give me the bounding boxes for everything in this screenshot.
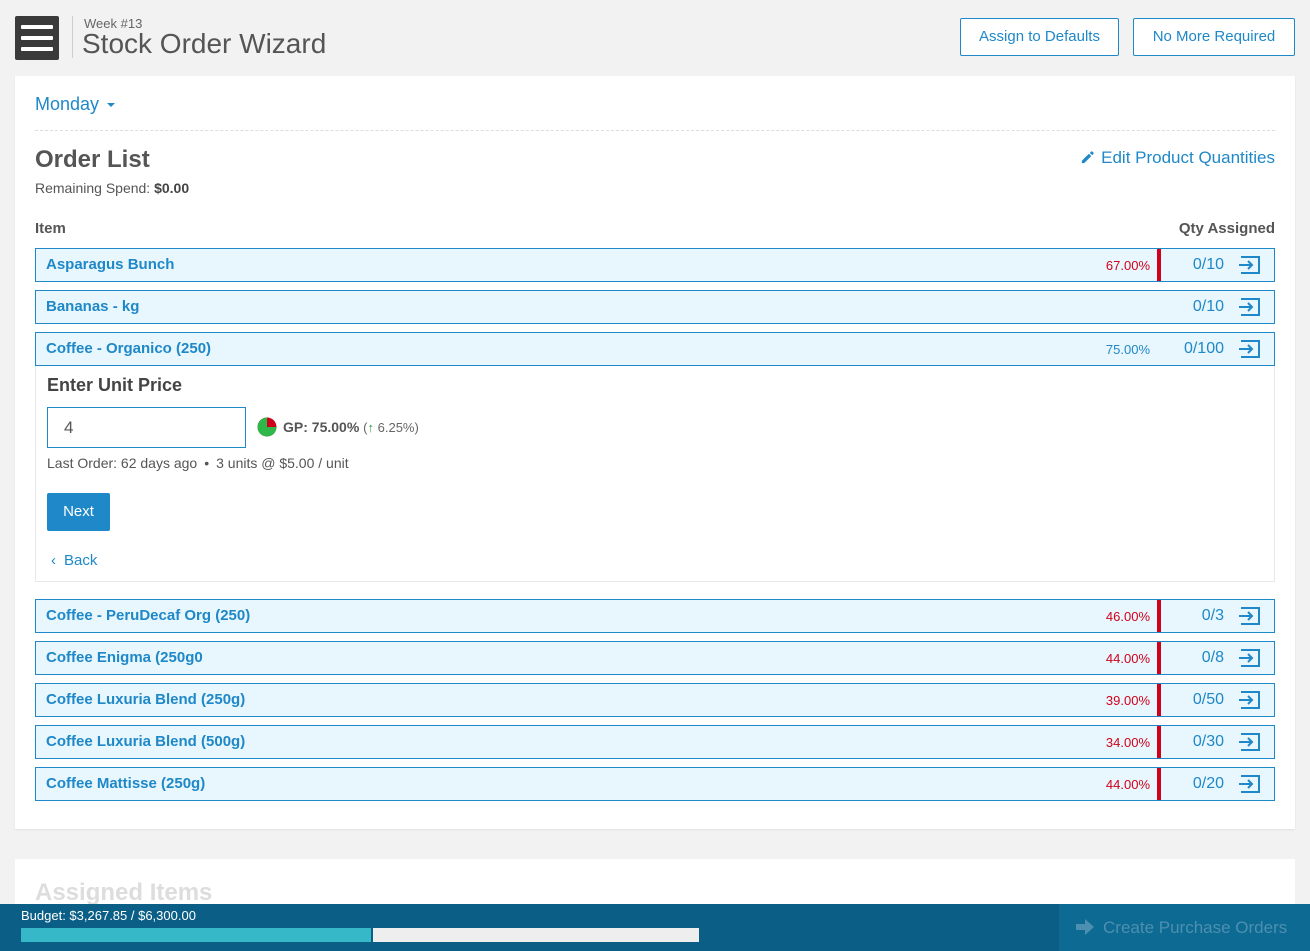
assign-icon[interactable]	[1238, 339, 1262, 359]
last-order-info: Last Order: 62 days ago • 3 units @ $5.00 …	[47, 455, 349, 471]
low-gp-indicator	[1157, 249, 1161, 281]
order-list-row[interactable]: Asparagus Bunch 67.00% 0/10	[35, 248, 1275, 282]
order-list-row[interactable]: Coffee Enigma (250g0 44.00% 0/8	[35, 641, 1275, 675]
item-gp-percent: 44.00%	[1105, 651, 1150, 666]
last-order-date: Last Order: 62 days ago	[47, 455, 198, 471]
back-link[interactable]: ‹ Back	[47, 552, 97, 569]
gp-change: (↑ 6.25%)	[363, 420, 419, 435]
item-qty-assigned: 0/3	[1201, 607, 1224, 624]
assign-icon[interactable]	[1238, 255, 1262, 275]
order-list-row[interactable]: Coffee Mattisse (250g) 44.00% 0/20	[35, 767, 1275, 801]
item-name: Coffee Mattisse (250g)	[46, 775, 206, 792]
budget-footer: Budget: $3,267.85 / $6,300.00 Create Pur…	[0, 904, 1310, 951]
assign-icon[interactable]	[1238, 606, 1262, 626]
hamburger-menu-icon[interactable]	[15, 16, 59, 60]
arrow-right-icon	[1076, 919, 1094, 935]
create-label: Create Purchase Orders	[1103, 918, 1288, 937]
day-dropdown-value: Monday	[35, 94, 100, 114]
assigned-items-title: Assigned Items	[35, 879, 213, 906]
back-label: Back	[64, 552, 98, 569]
gp-change-value: 6.25%	[377, 420, 415, 435]
assign-icon[interactable]	[1238, 690, 1262, 710]
assign-icon[interactable]	[1238, 774, 1262, 794]
title-divider	[72, 16, 73, 58]
order-list-row[interactable]: Bananas - kg 0/10	[35, 290, 1275, 324]
gp-value: GP: 75.00%	[283, 419, 360, 435]
low-gp-indicator	[1157, 600, 1161, 632]
item-name: Coffee - PeruDecaf Org (250)	[46, 607, 251, 624]
assign-icon[interactable]	[1238, 297, 1262, 317]
gp-pie-icon	[257, 417, 277, 437]
item-gp-percent: 34.00%	[1105, 735, 1150, 750]
item-name: Coffee Enigma (250g0	[46, 649, 203, 666]
item-name: Coffee Luxuria Blend (500g)	[46, 733, 246, 750]
no-more-required-button[interactable]: No More Required	[1133, 18, 1295, 56]
pencil-icon	[1082, 151, 1094, 164]
item-qty-assigned: 0/10	[1192, 256, 1224, 273]
item-qty-assigned: 0/30	[1192, 733, 1224, 750]
column-header-item: Item	[35, 220, 66, 237]
budget-progress-fill	[21, 928, 373, 942]
page-title: Stock Order Wizard	[82, 28, 327, 59]
arrow-up-icon: ↑	[367, 420, 375, 435]
item-qty-assigned: 0/50	[1192, 691, 1224, 708]
remaining-spend-label: Remaining Spend:	[35, 180, 151, 196]
create-purchase-orders-button[interactable]: Create Purchase Orders	[1059, 904, 1310, 951]
unit-price-input[interactable]	[47, 407, 246, 448]
order-card: Monday Order List Edit Product Quantitie…	[15, 76, 1295, 829]
item-qty-assigned: 0/8	[1201, 649, 1224, 666]
item-gp-percent: 75.00%	[1105, 342, 1150, 357]
item-gp-percent: 67.00%	[1105, 258, 1150, 273]
divider	[35, 130, 1275, 131]
header: Week #13 Stock Order Wizard Assign to De…	[0, 0, 1310, 76]
item-gp-percent: 44.00%	[1105, 777, 1150, 792]
order-list-row[interactable]: Coffee - Organico (250) 75.00% 0/100	[35, 332, 1275, 366]
order-list-row[interactable]: Coffee Luxuria Blend (500g) 34.00% 0/30	[35, 725, 1275, 759]
last-order-units: 3 units @ $5.00 / unit	[216, 455, 349, 471]
item-gp-percent: 46.00%	[1105, 609, 1150, 624]
order-list-row[interactable]: Coffee - PeruDecaf Org (250) 46.00% 0/3	[35, 599, 1275, 633]
low-gp-indicator	[1157, 684, 1161, 716]
order-list-row[interactable]: Coffee Luxuria Blend (250g) 39.00% 0/50	[35, 683, 1275, 717]
edit-product-quantities-link[interactable]: Edit Product Quantities	[1080, 148, 1275, 168]
assign-to-defaults-button[interactable]: Assign to Defaults	[960, 18, 1119, 56]
low-gp-indicator	[1157, 768, 1161, 800]
assign-icon[interactable]	[1238, 648, 1262, 668]
chevron-left-icon: ‹	[51, 552, 56, 569]
item-qty-assigned: 0/10	[1192, 298, 1224, 315]
caret-down-icon	[107, 103, 116, 108]
remaining-spend-value: $0.00	[154, 180, 190, 196]
low-gp-indicator	[1157, 642, 1161, 674]
item-name: Coffee Luxuria Blend (250g)	[46, 691, 246, 708]
unit-price-panel: Enter Unit Price GP: 75.00% (↑ 6.25%) La…	[35, 366, 1275, 582]
item-qty-assigned: 0/20	[1192, 775, 1224, 792]
item-name: Bananas - kg	[46, 298, 140, 315]
column-header-qty: Qty Assigned	[1178, 220, 1275, 237]
order-list-title: Order List	[35, 146, 150, 173]
item-qty-assigned: 0/100	[1183, 340, 1224, 357]
budget-progress-bar	[21, 928, 699, 942]
bullet-separator: •	[204, 455, 210, 471]
item-name: Coffee - Organico (250)	[46, 340, 212, 357]
gp-indicator: GP: 75.00% (↑ 6.25%)	[257, 417, 419, 437]
item-gp-percent: 39.00%	[1105, 693, 1150, 708]
next-button[interactable]: Next	[47, 493, 110, 531]
low-gp-indicator	[1157, 726, 1161, 758]
budget-text: Budget: $3,267.85 / $6,300.00	[21, 908, 196, 923]
edit-link-label: Edit Product Quantities	[1101, 148, 1275, 167]
item-name: Asparagus Bunch	[46, 256, 175, 273]
day-dropdown[interactable]: Monday	[35, 94, 116, 115]
unit-price-label: Enter Unit Price	[47, 375, 183, 395]
assign-icon[interactable]	[1238, 732, 1262, 752]
remaining-spend: Remaining Spend: $0.00	[35, 180, 189, 196]
